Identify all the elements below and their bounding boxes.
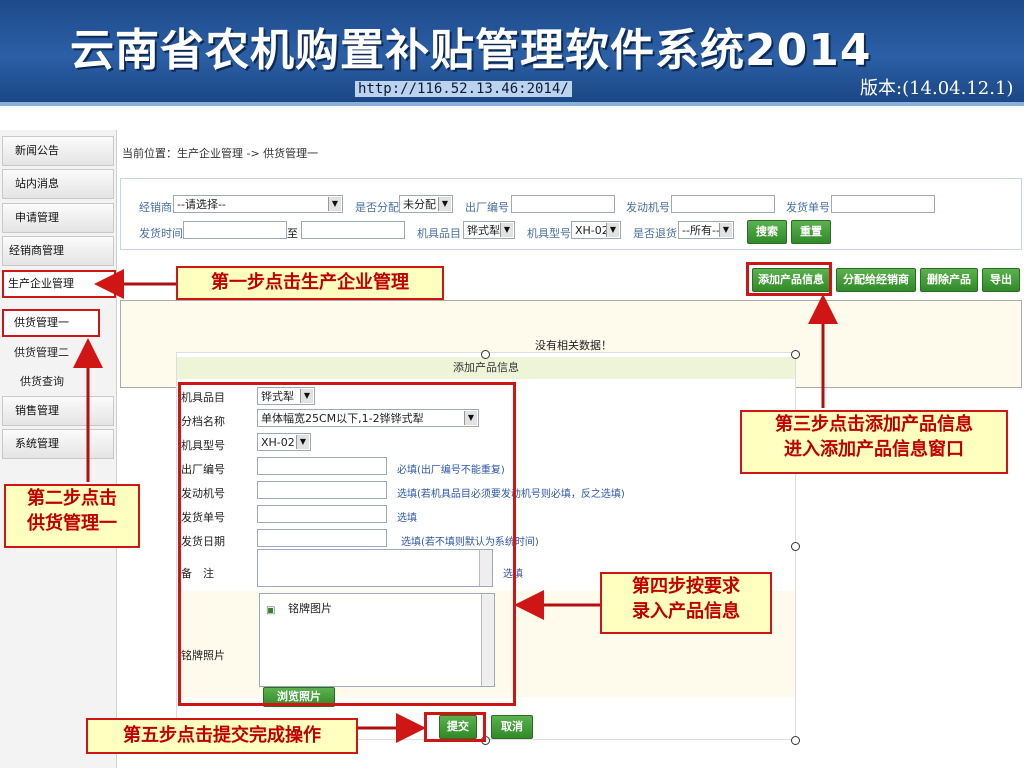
annotation-arrows	[73, 269, 838, 743]
